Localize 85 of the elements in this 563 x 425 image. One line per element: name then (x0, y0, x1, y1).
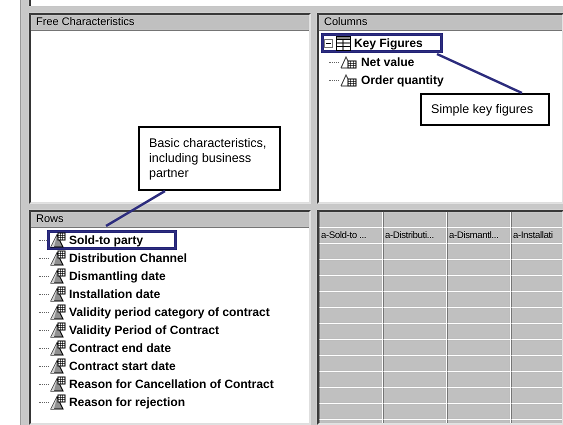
column-header[interactable]: a-Dismantl... (447, 228, 511, 244)
grid-cell (511, 244, 562, 260)
characteristic-icon (50, 340, 66, 356)
grid-cell (319, 372, 383, 388)
callout: Basic characteristics, including business partner (138, 126, 281, 191)
tree-item[interactable]: Reason for rejection (66, 395, 188, 409)
grid-cell (319, 276, 383, 292)
grid-cell (511, 356, 562, 372)
characteristic-icon (50, 358, 66, 374)
grid-cell (447, 324, 511, 340)
grid-cell (383, 404, 447, 420)
grid-cell (319, 404, 383, 420)
tree-item[interactable]: Contract end date (66, 341, 174, 355)
key-figure-icon (340, 55, 358, 69)
characteristic-icon (50, 304, 66, 320)
characteristic-icon (50, 394, 66, 410)
grid-cell (319, 340, 383, 356)
grid-cell (447, 356, 511, 372)
callout: Simple key figures (420, 93, 550, 126)
grid-cell (319, 356, 383, 372)
grid-cell (511, 212, 562, 228)
tree-item[interactable]: Sold-to party (66, 233, 146, 247)
grid-cell (383, 308, 447, 324)
grid-cell (383, 212, 447, 228)
grid-cell (319, 308, 383, 324)
grid-cell (447, 404, 511, 420)
table-icon (336, 36, 351, 50)
tree-item[interactable]: Reason for Cancellation of Contract (66, 377, 277, 391)
tree-item[interactable]: Validity Period of Contract (66, 323, 222, 337)
grid-cell (383, 372, 447, 388)
tree-item[interactable]: Installation date (66, 287, 164, 301)
grid-cell (511, 260, 562, 276)
grid-cell (447, 308, 511, 324)
grid-cell (511, 372, 562, 388)
characteristic-icon (50, 250, 66, 266)
tree-item[interactable]: Contract start date (66, 359, 179, 373)
grid-cell (383, 356, 447, 372)
grid-cell (383, 340, 447, 356)
grid-cell (447, 292, 511, 308)
grid-cell (383, 260, 447, 276)
grid-cell (511, 292, 562, 308)
grid-cell (319, 388, 383, 404)
grid-cell (319, 212, 383, 228)
grid-cell (319, 260, 383, 276)
tree-item[interactable]: Key Figures (351, 36, 426, 50)
panel-title: Rows (31, 212, 309, 228)
grid-cell (383, 276, 447, 292)
grid-cell (319, 324, 383, 340)
key-figure-icon (340, 73, 358, 87)
grid-cell (447, 212, 511, 228)
grid-cell (511, 404, 562, 420)
grid-cell (447, 260, 511, 276)
grid-cell (383, 388, 447, 404)
column-header[interactable]: a-Distributi... (383, 228, 447, 244)
grid-cell (319, 244, 383, 260)
characteristic-icon (50, 322, 66, 338)
tree-item[interactable]: Validity period category of contract (66, 305, 273, 319)
grid-cell (511, 308, 562, 324)
characteristic-icon (50, 232, 66, 248)
grid-cell (447, 276, 511, 292)
grid-cell (447, 244, 511, 260)
grid-cell (319, 292, 383, 308)
tree-item[interactable]: Net value (358, 55, 418, 69)
tree-item[interactable]: Distribution Channel (66, 251, 190, 265)
characteristic-icon (50, 268, 66, 284)
grid-cell (511, 324, 562, 340)
grid-cell (383, 244, 447, 260)
characteristic-icon (50, 376, 66, 392)
panel-title: Columns (319, 15, 562, 31)
panel-title: Free Characteristics (31, 15, 309, 31)
collapse-icon[interactable] (324, 38, 333, 48)
tree-item[interactable]: Dismantling date (66, 269, 169, 283)
characteristic-icon (50, 286, 66, 302)
leader-line (105, 190, 166, 228)
grid-cell (383, 292, 447, 308)
tree-item[interactable]: Order quantity (358, 73, 447, 87)
grid-cell (447, 340, 511, 356)
grid-cell (511, 388, 562, 404)
grid-cell (511, 276, 562, 292)
grid-cell (511, 340, 562, 356)
column-header[interactable]: a-Sold-to ... (319, 228, 383, 244)
grid-cell (447, 388, 511, 404)
column-header[interactable]: a-Installati (511, 228, 562, 244)
grid-cell (447, 372, 511, 388)
grid-cell (383, 324, 447, 340)
